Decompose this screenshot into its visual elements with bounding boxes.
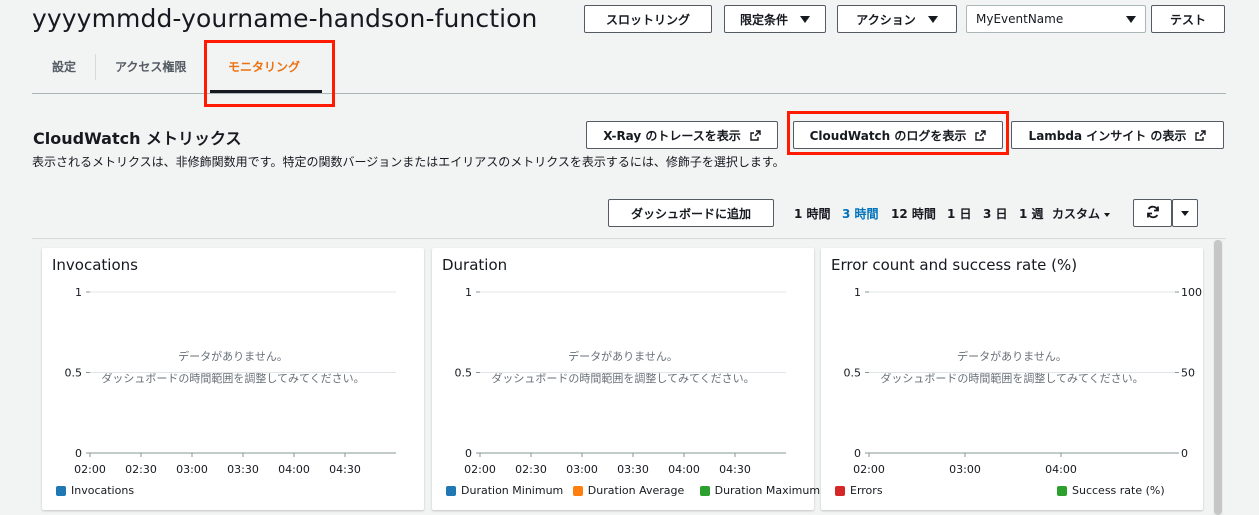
y2-tick-label: 0	[1181, 447, 1188, 460]
caret-down-icon	[927, 15, 938, 23]
caret-down-icon	[800, 15, 810, 23]
xray-label: X-Ray のトレースを表示	[603, 128, 741, 143]
legend-item[interactable]: Success rate (%)	[1057, 484, 1165, 497]
x-tick-label: 04:30	[719, 463, 751, 476]
legend-swatch	[835, 485, 845, 496]
duration-chart: Duration データがありません。 ダッシュボードの時間範囲を調整してみてく…	[432, 248, 820, 510]
test-event-value: MyEventName	[976, 12, 1064, 26]
y-tick-label: 0	[854, 447, 861, 460]
test-event-select[interactable]: MyEventName	[966, 5, 1146, 33]
legend-swatch	[56, 485, 66, 496]
actions-dropdown[interactable]: アクション	[837, 5, 957, 33]
x-tick-label: 03:00	[949, 463, 981, 476]
no-data-hint: ダッシュボードの時間範囲を調整してみてください。	[491, 372, 755, 385]
view-xray-traces-button[interactable]: X-Ray のトレースを表示	[586, 121, 778, 149]
x-tick-label: 03:30	[227, 463, 259, 476]
external-link-icon	[750, 129, 761, 141]
caret-down-icon	[1126, 16, 1136, 23]
x-tick-label: 03:00	[566, 463, 598, 476]
test-label: テスト	[1169, 12, 1206, 27]
legend-swatch	[572, 485, 583, 496]
throttle-label: スロットリング	[605, 12, 690, 27]
legend-label: Duration Minimum	[461, 484, 564, 497]
caret-down-icon	[1104, 212, 1111, 217]
test-button[interactable]: テスト	[1151, 5, 1225, 33]
no-data-hint: ダッシュボードの時間範囲を調整してみてください。	[101, 372, 365, 385]
tab-divider	[95, 54, 96, 80]
range-1h[interactable]: 1 時間	[794, 205, 831, 222]
x-tick-label: 02:30	[515, 463, 547, 476]
insights-label: Lambda インサイト の表示	[1028, 128, 1187, 143]
legend-item[interactable]: Invocations	[56, 484, 134, 497]
legend-label: Duration Average	[587, 484, 685, 497]
range-1w[interactable]: 1 週	[1019, 205, 1044, 222]
range-custom-label: カスタム	[1052, 207, 1101, 221]
actions-label: アクション	[856, 12, 916, 27]
external-link-icon	[1195, 129, 1207, 141]
add-dashboard-label: ダッシュボードに追加	[630, 206, 751, 221]
x-tick-label: 02:00	[74, 463, 106, 476]
error-success-chart: Error count and success rate (%) データがありま…	[821, 248, 1203, 510]
refresh-button[interactable]	[1133, 199, 1172, 227]
invocations-chart: Invocations データがありません。 ダッシュボードの時間範囲を調整して…	[42, 248, 424, 510]
annotation-highlight-logs	[787, 111, 1009, 155]
caret-down-icon	[1181, 210, 1189, 216]
tab-permissions[interactable]: アクセス権限	[115, 58, 186, 75]
function-title: yyyymmdd-yourname-handson-function	[32, 4, 538, 33]
x-tick-label: 02:00	[853, 463, 885, 476]
refresh-icon	[1146, 205, 1160, 222]
legend-item[interactable]: Duration Minimum	[446, 484, 563, 497]
legend-label: Success rate (%)	[1072, 484, 1165, 497]
y-tick-label: 1	[75, 286, 82, 299]
x-tick-label: 04:00	[278, 463, 310, 476]
legend-label: Invocations	[71, 484, 135, 497]
chart-title: Duration	[442, 256, 508, 274]
legend-label: Duration Maximum	[714, 484, 821, 497]
range-1d[interactable]: 1 日	[947, 205, 972, 222]
legend-swatch	[1057, 485, 1067, 496]
range-3d[interactable]: 3 日	[983, 205, 1008, 222]
no-data-message: データがありません。	[178, 350, 288, 363]
chart-title: Invocations	[52, 256, 138, 274]
chart-title: Error count and success rate (%)	[831, 256, 1078, 274]
section-title: CloudWatch メトリックス	[33, 129, 242, 148]
x-tick-label: 03:00	[176, 463, 208, 476]
qualifiers-dropdown[interactable]: 限定条件	[724, 5, 826, 33]
range-3h[interactable]: 3 時間	[842, 205, 879, 222]
view-lambda-insights-button[interactable]: Lambda インサイト の表示	[1011, 121, 1224, 149]
qualifiers-label: 限定条件	[739, 12, 788, 27]
y2-tick-label: 100	[1181, 286, 1202, 299]
annotation-highlight-monitoring	[204, 40, 335, 107]
scrollbar-thumb[interactable]	[1214, 240, 1222, 515]
refresh-options-dropdown[interactable]	[1172, 199, 1198, 227]
no-data-message: データがありません。	[568, 350, 678, 363]
legend-item[interactable]: Duration Average	[572, 484, 685, 497]
y-tick-label: 0	[465, 447, 472, 460]
x-tick-label: 04:00	[668, 463, 700, 476]
legend-item[interactable]: Duration Maximum	[699, 484, 821, 497]
legend-item[interactable]: Errors	[835, 484, 883, 497]
legend-label: Errors	[850, 484, 883, 497]
legend-swatch	[699, 485, 710, 496]
throttle-button[interactable]: スロットリング	[584, 5, 712, 33]
x-tick-label: 02:30	[125, 463, 157, 476]
panel-scrollbar[interactable]	[1213, 240, 1223, 515]
y-tick-label: 1	[854, 286, 861, 299]
section-description: 表示されるメトリクスは、非修飾関数用です。特定の関数バージョンまたはエイリアスの…	[32, 155, 785, 169]
add-to-dashboard-button[interactable]: ダッシュボードに追加	[608, 199, 774, 227]
x-tick-label: 02:00	[464, 463, 496, 476]
range-12h[interactable]: 12 時間	[891, 205, 936, 222]
x-tick-label: 03:30	[617, 463, 649, 476]
y-tick-label: 1	[465, 286, 472, 299]
no-data-hint: ダッシュボードの時間範囲を調整してみてください。	[880, 372, 1144, 385]
y-tick-label: 0	[75, 447, 82, 460]
no-data-message: データがありません。	[957, 350, 1067, 363]
x-tick-label: 04:30	[329, 463, 361, 476]
legend-swatch	[446, 485, 456, 496]
range-custom[interactable]: カスタム	[1052, 205, 1111, 222]
x-tick-label: 04:00	[1045, 463, 1077, 476]
tab-configuration[interactable]: 設定	[52, 58, 76, 75]
